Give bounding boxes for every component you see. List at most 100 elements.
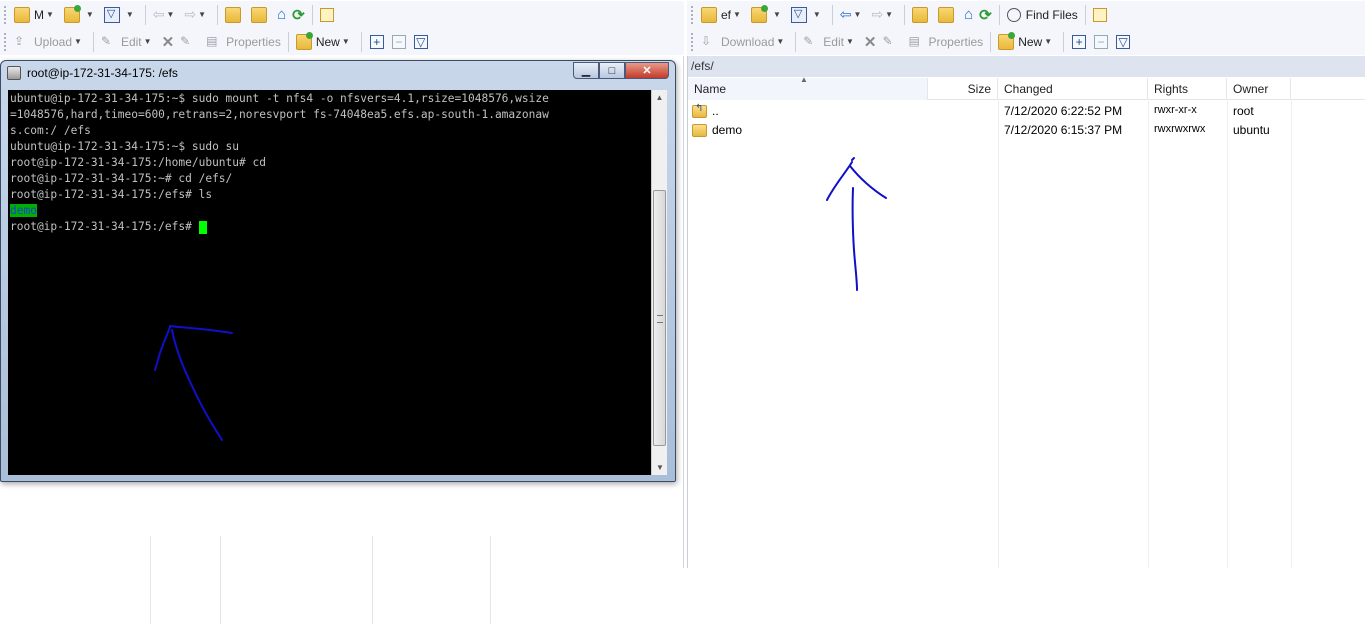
unselect-files-button[interactable]: − [392, 35, 406, 49]
select-all-button[interactable]: ▽ [414, 35, 428, 49]
rename-button[interactable]: ✎ [879, 31, 905, 53]
properties-icon: ▤ [908, 34, 924, 50]
scroll-up-icon[interactable]: ▲ [652, 90, 667, 105]
toolbar-grip[interactable] [4, 6, 8, 24]
terminal-window[interactable]: root@ip-172-31-34-175: /efs ▁ □ ✕ ubuntu… [0, 60, 676, 482]
column-header-changed[interactable]: Changed [998, 78, 1148, 100]
new-button[interactable]: New ▼ [995, 31, 1059, 53]
scrollbar-thumb[interactable] [653, 190, 666, 446]
left-drive-label: M [34, 8, 44, 22]
file-list-header: ▲ Name Size Changed Rights Owner [688, 78, 1365, 100]
separator [1063, 32, 1064, 52]
back-arrow-icon: ⇦ [153, 6, 165, 23]
column-header-owner[interactable]: Owner [1227, 78, 1291, 100]
filter-button[interactable]: ▼ [788, 4, 828, 26]
chevron-down-icon: ▼ [126, 10, 134, 19]
tree-button[interactable] [1090, 4, 1114, 26]
new-button[interactable]: New ▼ [293, 31, 357, 53]
close-button[interactable]: ✕ [625, 62, 669, 79]
open-directory-button[interactable]: ▼ [61, 4, 101, 26]
column-header-name[interactable]: ▲ Name [688, 78, 928, 100]
chevron-down-icon: ▼ [773, 10, 781, 19]
terminal-scrollbar[interactable]: ▲ ▼ [651, 90, 667, 475]
file-name: demo [712, 123, 742, 137]
remote-path-bar[interactable]: /efs/ [688, 56, 1365, 77]
toolbar-grip[interactable] [691, 33, 695, 51]
scroll-down-icon[interactable]: ▼ [652, 460, 668, 475]
upload-button[interactable]: ⇪ Upload ▼ [11, 31, 89, 53]
chevron-down-icon: ▼ [733, 10, 741, 19]
delete-button[interactable]: ✕ [861, 31, 880, 53]
terminal-screen[interactable]: ubuntu@ip-172-31-34-175:~$ sudo mount -t… [8, 90, 651, 475]
chevron-down-icon: ▼ [885, 10, 893, 19]
back-button[interactable]: ⇦▼ [150, 4, 182, 26]
table-row[interactable]: demo 7/12/2020 6:15:37 PM rwxrwxrwx ubun… [688, 120, 1291, 139]
separator [145, 5, 146, 25]
properties-button[interactable]: ▤ Properties [203, 31, 284, 53]
back-button[interactable]: ⇦▼ [837, 4, 869, 26]
column-divider [1148, 101, 1149, 568]
column-header-rights[interactable]: Rights [1148, 78, 1227, 100]
chevron-down-icon: ▼ [86, 10, 94, 19]
parent-directory-button[interactable] [222, 4, 248, 26]
folder-icon [692, 124, 707, 137]
forward-button[interactable]: ⇨▼ [181, 4, 213, 26]
parent-directory-button[interactable] [909, 4, 935, 26]
refresh-button[interactable]: ⟳ [289, 4, 308, 26]
filter-button[interactable]: ▼ [101, 4, 141, 26]
separator [288, 32, 289, 52]
table-row[interactable]: .. 7/12/2020 6:22:52 PM rwxr-xr-x root [688, 101, 1291, 120]
delete-button[interactable]: ✕ [159, 31, 178, 53]
column-divider [1227, 101, 1228, 568]
upload-label: Upload [34, 35, 72, 49]
filter-icon [104, 7, 120, 23]
find-files-button[interactable]: Find Files [1004, 4, 1081, 26]
download-button[interactable]: ⇩ Download ▼ [698, 31, 791, 53]
tree-button[interactable] [317, 4, 341, 26]
parent-folder-icon [225, 7, 241, 23]
chevron-down-icon: ▼ [167, 10, 175, 19]
home-icon: ⌂ [277, 6, 286, 23]
toolbar-grip[interactable] [4, 33, 8, 51]
edit-button[interactable]: ✎ Edit ▼ [800, 31, 861, 53]
forward-arrow-icon: ⇨ [184, 6, 196, 23]
refresh-button[interactable]: ⟳ [976, 4, 995, 26]
terminal-line: s.com:/ /efs [10, 123, 649, 139]
separator [999, 5, 1000, 25]
right-drive-selector[interactable]: ef ▼ [698, 4, 748, 26]
rename-icon: ✎ [882, 34, 898, 50]
column-header-size[interactable]: Size [928, 78, 998, 100]
root-directory-button[interactable] [248, 4, 274, 26]
edit-label: Edit [121, 35, 142, 49]
select-files-button[interactable]: + [370, 35, 384, 49]
separator [361, 32, 362, 52]
select-files-button[interactable]: + [1072, 35, 1086, 49]
separator [795, 32, 796, 52]
forward-button[interactable]: ⇨▼ [868, 4, 900, 26]
left-drive-selector[interactable]: M ▼ [11, 4, 61, 26]
right-toolbar-bottom: ⇩ Download ▼ ✎ Edit ▼ ✕ ✎ ▤ Properties N… [687, 28, 1365, 55]
home-button[interactable]: ⌂ [961, 4, 976, 26]
new-label: New [1018, 35, 1042, 49]
edit-button[interactable]: ✎ Edit ▼ [98, 31, 159, 53]
home-button[interactable]: ⌂ [274, 4, 289, 26]
terminal-prompt-line: root@ip-172-31-34-175:/efs# [10, 219, 649, 235]
rename-button[interactable]: ✎ [177, 31, 203, 53]
properties-button[interactable]: ▤ Properties [905, 31, 986, 53]
minimize-button[interactable]: ▁ [573, 62, 599, 79]
terminal-line: root@ip-172-31-34-175:/efs# ls [10, 187, 649, 203]
chevron-down-icon: ▼ [74, 37, 82, 46]
properties-label: Properties [928, 35, 983, 49]
chevron-down-icon: ▼ [776, 37, 784, 46]
back-arrow-icon: ⇦ [840, 6, 852, 23]
filter-icon [791, 7, 807, 23]
terminal-line: root@ip-172-31-34-175:~# cd /efs/ [10, 171, 649, 187]
open-directory-button[interactable]: ▼ [748, 4, 788, 26]
unselect-files-button[interactable]: − [1094, 35, 1108, 49]
parent-folder-icon [692, 105, 707, 118]
file-rights: rwxrwxrwx [1154, 123, 1205, 135]
toolbar-grip[interactable] [691, 6, 695, 24]
select-all-button[interactable]: ▽ [1116, 35, 1130, 49]
root-directory-button[interactable] [935, 4, 961, 26]
maximize-button[interactable]: □ [599, 62, 625, 79]
